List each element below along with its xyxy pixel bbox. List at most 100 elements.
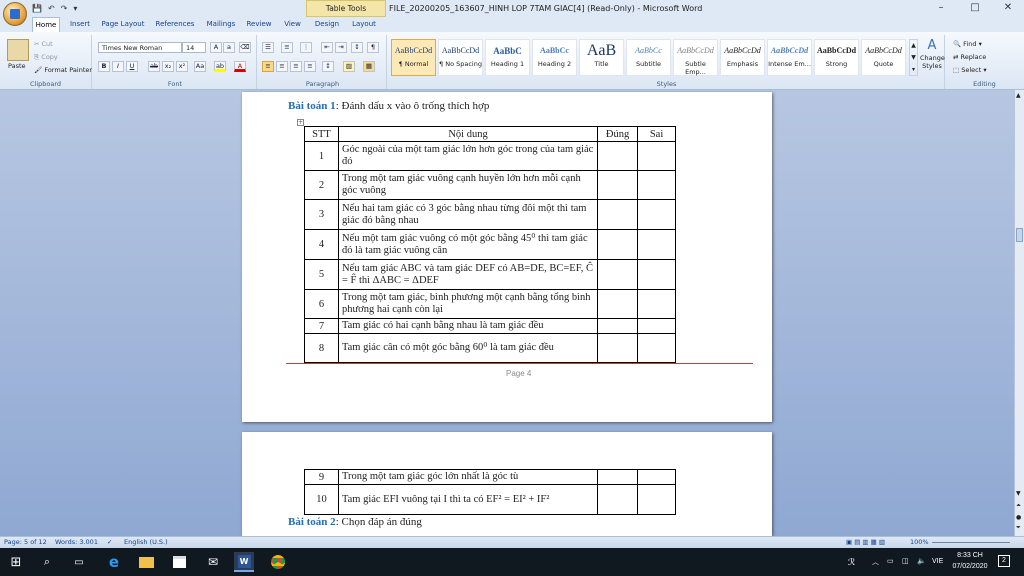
redo-icon[interactable]: ↷ <box>61 4 68 13</box>
style-intense-emphasis[interactable]: AaBbCcDd Intense Em... <box>767 39 812 76</box>
align-right-icon[interactable]: ≡ <box>290 61 302 72</box>
format-painter-button[interactable]: 🖌 Format Painter <box>34 66 92 74</box>
language[interactable]: English (U.S.) <box>124 538 168 546</box>
task-view-icon[interactable]: ▭ <box>69 552 89 572</box>
show-marks-icon[interactable]: ¶ <box>367 42 379 53</box>
dung-cell[interactable] <box>597 484 639 515</box>
font-color-icon[interactable]: A <box>234 61 246 72</box>
sai-cell[interactable] <box>637 484 676 515</box>
undo-icon[interactable]: ↶ <box>48 4 55 13</box>
font-name-box[interactable]: Times New Roman <box>98 42 182 53</box>
dung-cell[interactable] <box>597 229 639 260</box>
tab-home[interactable]: Home <box>32 17 60 32</box>
sai-cell[interactable] <box>637 199 676 230</box>
align-left-icon[interactable]: ≡ <box>262 61 274 72</box>
italic-icon[interactable]: I <box>112 61 124 72</box>
line-spacing-icon[interactable]: ↕ <box>322 61 334 72</box>
previous-page-icon[interactable]: ⏶ <box>1016 502 1021 510</box>
change-case-icon[interactable]: Aa <box>194 61 206 72</box>
word-taskbar-icon[interactable]: W <box>234 552 254 572</box>
minimize-button[interactable]: – <box>926 0 956 17</box>
page-count[interactable]: Page: 5 of 12 <box>4 538 47 546</box>
row-content[interactable]: Trong một tam giác vuông cạnh huyền lớn … <box>337 170 599 200</box>
zoom-level[interactable]: 100% <box>910 538 929 546</box>
volume-icon[interactable]: 🔈 <box>917 557 926 565</box>
dung-cell[interactable] <box>597 199 639 230</box>
style-no-spacing[interactable]: AaBbCcDd ¶ No Spacing <box>438 39 483 76</box>
style-normal[interactable]: AaBbCcDd ¶ Normal <box>391 39 436 76</box>
chrome-icon[interactable] <box>268 552 288 572</box>
sai-cell[interactable] <box>637 141 676 171</box>
scroll-down-icon[interactable]: ▼ <box>1016 490 1021 497</box>
style-emphasis[interactable]: AaBbCcDd Emphasis <box>720 39 765 76</box>
style-subtle-emphasis[interactable]: AaBbCcDd Subtle Emp... <box>673 39 718 76</box>
shading-icon[interactable]: ▨ <box>343 61 355 72</box>
grow-font-icon[interactable]: A <box>210 42 222 53</box>
dung-cell[interactable] <box>597 289 639 319</box>
clear-format-icon[interactable]: ⌫ <box>239 42 251 53</box>
bold-icon[interactable]: B <box>98 61 110 72</box>
subscript-icon[interactable]: x₂ <box>162 61 174 72</box>
row-content[interactable]: Trong một tam giác, bình phương một cạnh… <box>337 289 599 319</box>
proofing-icon[interactable]: ✓ <box>107 538 112 546</box>
table-move-handle-icon[interactable]: + <box>297 119 304 126</box>
show-hidden-icon[interactable]: ︿ <box>872 557 879 567</box>
store-icon[interactable] <box>169 552 189 572</box>
underline-icon[interactable]: U <box>126 61 138 72</box>
customize-icon[interactable]: ▾ <box>73 4 77 13</box>
sai-cell[interactable] <box>637 469 676 485</box>
view-buttons-icon[interactable]: ▣ ▤ ▥ ▦ ▧ <box>846 538 885 546</box>
styles-scroll-icon[interactable]: ▲ ▼ ▾ <box>909 39 918 76</box>
style-strong[interactable]: AaBbCcDd Strong <box>814 39 859 76</box>
network-icon[interactable]: ◫ <box>902 557 909 565</box>
bullets-icon[interactable]: ☰ <box>262 42 274 53</box>
dung-cell[interactable] <box>597 141 639 171</box>
dung-cell[interactable] <box>597 259 639 290</box>
dung-cell[interactable] <box>597 170 639 200</box>
sort-icon[interactable]: ↕ <box>351 42 363 53</box>
scroll-up-icon[interactable]: ▲ <box>1016 92 1021 99</box>
row-content[interactable]: Nếu tam giác ABC và tam giác DEF có AB=D… <box>337 259 599 290</box>
row-content[interactable]: Tam giác cân có một góc bằng 60⁰ là tam … <box>337 333 599 363</box>
sai-cell[interactable] <box>637 289 676 319</box>
change-styles-button[interactable]: A Change Styles <box>920 38 945 70</box>
tab-review[interactable]: Review <box>244 17 274 32</box>
find-button[interactable]: 🔍 Find ▾ <box>953 40 982 48</box>
search-icon[interactable]: ⌕ <box>37 552 57 572</box>
select-button[interactable]: ⬚ Select ▾ <box>953 66 987 74</box>
row-content[interactable]: Góc ngoài của một tam giác lớn hơn góc t… <box>337 141 599 171</box>
close-button[interactable]: ✕ <box>993 0 1023 17</box>
copy-button[interactable]: ⎘ Copy <box>34 53 58 62</box>
save-icon[interactable]: 💾 <box>32 4 42 13</box>
sai-cell[interactable] <box>637 170 676 200</box>
align-center-icon[interactable]: ≡ <box>276 61 288 72</box>
zoom-slider[interactable] <box>932 542 1010 543</box>
style-subtitle[interactable]: AaBbCc Subtitle <box>626 39 671 76</box>
style-heading-2[interactable]: AaBbCc Heading 2 <box>532 39 577 76</box>
cut-button[interactable]: ✂ Cut <box>34 40 53 48</box>
file-explorer-icon[interactable] <box>136 552 156 572</box>
word-count[interactable]: Words: 3.001 <box>55 538 98 546</box>
justify-icon[interactable]: ≡ <box>304 61 316 72</box>
office-button[interactable] <box>3 2 27 26</box>
maximize-button[interactable]: □ <box>960 0 990 17</box>
tab-mailings[interactable]: Mailings <box>203 17 239 32</box>
row-content[interactable]: Nếu một tam giác vuông có một góc bằng 4… <box>337 229 599 260</box>
clock-time[interactable]: 8:33 CH <box>952 552 988 559</box>
mail-icon[interactable]: ✉ <box>203 552 223 572</box>
sai-cell[interactable] <box>637 318 676 334</box>
clock-date[interactable]: 07/02/2020 <box>948 563 992 570</box>
superscript-icon[interactable]: x² <box>176 61 188 72</box>
select-browse-object-icon[interactable]: ● <box>1016 514 1021 521</box>
dung-cell[interactable] <box>597 469 639 485</box>
input-language[interactable]: VIE <box>932 558 943 565</box>
people-icon[interactable]: ℛ <box>848 557 855 568</box>
edge-icon[interactable]: e <box>104 552 124 572</box>
strikethrough-icon[interactable]: ab <box>148 61 160 72</box>
sai-cell[interactable] <box>637 229 676 260</box>
font-size-box[interactable]: 14 <box>182 42 206 53</box>
style-title[interactable]: AaB Title <box>579 39 624 76</box>
highlight-icon[interactable]: ab <box>214 61 226 72</box>
row-content[interactable]: Tam giác EFI vuông tại I thì ta có EF² =… <box>337 484 599 515</box>
dung-cell[interactable] <box>597 333 639 363</box>
